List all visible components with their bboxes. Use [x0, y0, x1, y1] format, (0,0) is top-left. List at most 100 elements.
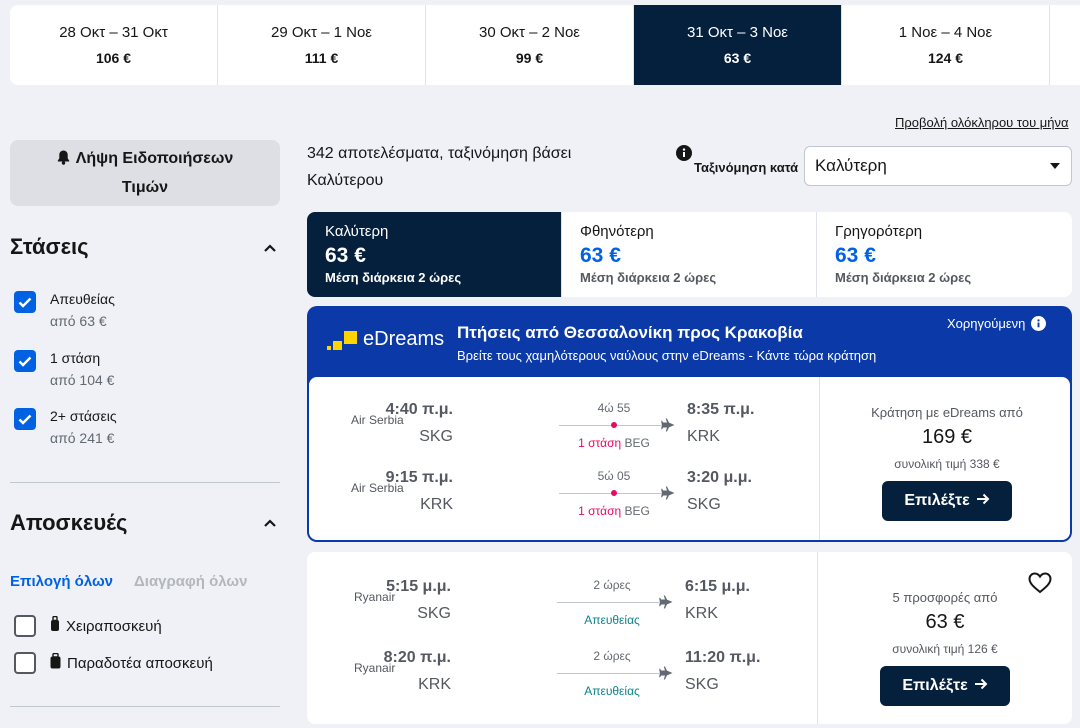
filter-price: από 63 €: [50, 313, 107, 329]
date-range: 28 Οκτ – 31 Οκτ: [59, 24, 168, 41]
price-value: 63 €: [925, 611, 965, 633]
stop-filter-direct[interactable]: Απευθείας από 63 €: [14, 291, 115, 329]
info-icon[interactable]: [676, 145, 692, 161]
departure-airport: SKG: [419, 428, 453, 445]
tab-title: Καλύτερη: [325, 223, 389, 240]
stops-title: Στάσεις: [10, 234, 89, 259]
stop-filter-two-plus[interactable]: 2+ στάσεις από 241 €: [14, 408, 117, 446]
stops-count: 1 στάση: [578, 436, 622, 450]
date-strip: 28 Οκτ – 31 Οκτ 106 € 29 Οκτ – 1 Νοε 111…: [10, 5, 1080, 85]
select-button[interactable]: Επιλέξτε: [882, 481, 1012, 521]
date-price: 99 €: [515, 50, 544, 66]
tab-duration: Μέση διάρκεια 2 ώρες: [580, 270, 717, 285]
chevron-up-icon[interactable]: [263, 516, 277, 530]
route-line: [557, 673, 659, 674]
arrival-time: 3:20 μ.μ.: [687, 469, 752, 486]
arrival-time: 8:35 π.μ.: [687, 401, 755, 418]
date-option[interactable]: 1 Νοε – 4 Νοε 124 €: [842, 5, 1050, 85]
route-line: [559, 493, 661, 494]
checkbox-checked[interactable]: [14, 291, 36, 313]
arrival-airport: SKG: [685, 676, 719, 693]
price-panel: 5 προσφορές από 63 € συνολική τιμή 126 €…: [817, 552, 1072, 724]
departure-airport: SKG: [417, 605, 451, 622]
plane-icon: [659, 595, 673, 609]
edreams-logo: eDreams: [327, 328, 444, 351]
price-panel: Κράτηση με eDreams από 169 € συνολική τι…: [819, 377, 1074, 540]
bag-filter-checked[interactable]: Παραδοτέα αποσκευή: [14, 652, 213, 674]
select-all-link[interactable]: Επιλογή όλων: [10, 573, 113, 590]
sponsored-tag[interactable]: Χορηγούμενη: [947, 316, 1047, 331]
flight-duration: 4ώ 55: [597, 401, 631, 415]
departure-time: 8:20 π.μ.: [383, 649, 451, 666]
tab-best[interactable]: Καλύτερη 63 € Μέση διάρκεια 2 ώρες: [307, 212, 562, 297]
date-option[interactable]: 29 Οκτ – 1 Νοε 111 €: [218, 5, 426, 85]
stop-dot: [611, 422, 617, 428]
sponsored-card[interactable]: eDreams Πτήσεις από Θεσσαλονίκη προς Κρα…: [307, 306, 1072, 542]
checkbox-unchecked[interactable]: [14, 615, 36, 637]
sort-tabs: Καλύτερη 63 € Μέση διάρκεια 2 ώρες Φθηνό…: [307, 212, 1072, 297]
info-icon: [1031, 316, 1047, 331]
arrow-right-icon: [974, 677, 988, 695]
filter-label: 2+ στάσεις: [50, 408, 117, 424]
outbound-leg: Air Serbia 4:40 π.μ. SKG 4ώ 55 1 στάση B…: [309, 401, 819, 461]
date-option[interactable]: 30 Οκτ – 2 Νοε 99 €: [426, 5, 634, 85]
departure-time: 5:15 μ.μ.: [386, 578, 451, 595]
luggage-icon: [50, 652, 61, 674]
filter-label: Παραδοτέα αποσκευή: [67, 654, 213, 672]
stops-info: Απευθείας: [584, 613, 640, 627]
stops-info: 1 στάση BEG: [559, 504, 669, 518]
checkbox-unchecked[interactable]: [14, 652, 36, 674]
date-range: 30 Οκτ – 2 Νοε: [479, 24, 580, 41]
departure-time: 4:40 π.μ.: [385, 401, 453, 418]
departure-airport: KRK: [420, 496, 453, 513]
select-button[interactable]: Επιλέξτε: [880, 666, 1010, 706]
result-card[interactable]: Ryanair 5:15 μ.μ. SKG 2 ώρες Απευθείας 6…: [307, 552, 1072, 724]
route-line: [557, 602, 659, 603]
departure-airport: KRK: [418, 676, 451, 693]
price-total: συνολική τιμή 338 €: [894, 457, 1000, 471]
plane-icon: [661, 486, 675, 500]
date-range: 29 Οκτ – 1 Νοε: [271, 24, 372, 41]
bag-filter-cabin[interactable]: Χειραποσκευή: [14, 615, 162, 637]
tab-duration: Μέση διάρκεια 2 ώρες: [325, 270, 462, 285]
arrival-airport: KRK: [687, 428, 720, 445]
tab-fastest[interactable]: Γρηγορότερη 63 € Μέση διάρκεια 2 ώρες: [817, 212, 1072, 297]
caret-down-icon: [1050, 163, 1060, 169]
chevron-up-icon[interactable]: [263, 241, 277, 255]
price-alert-button[interactable]: Λήψη Ειδοποιήσεων Τιμών: [10, 140, 280, 206]
flight-duration: 2 ώρες: [593, 649, 631, 663]
results-count: 342 αποτελέσματα, ταξινόμηση βάσει: [307, 145, 572, 162]
return-leg: Air Serbia 9:15 π.μ. KRK 5ώ 05 1 στάση B…: [309, 469, 819, 529]
date-option-selected[interactable]: 31 Οκτ – 3 Νοε 63 €: [634, 5, 842, 85]
stop-airport: BEG: [624, 436, 650, 450]
heart-icon[interactable]: [1028, 572, 1052, 594]
price-total: συνολική τιμή 126 €: [892, 642, 998, 656]
sort-select[interactable]: Καλύτερη: [804, 146, 1072, 186]
checkbox-checked[interactable]: [14, 350, 36, 372]
date-range: 1 Νοε – 4 Νοε: [898, 24, 993, 41]
stop-filter-one[interactable]: 1 στάση από 104 €: [14, 350, 114, 388]
results-sort-basis: Καλύτερου: [307, 172, 384, 189]
price-alert-label-2: Τιμών: [121, 179, 169, 196]
price-label: Κράτηση με eDreams από: [871, 405, 1023, 420]
sponsored-tag-label: Χορηγούμενη: [947, 316, 1026, 331]
tab-price: 63 €: [835, 244, 876, 267]
tab-cheapest[interactable]: Φθηνότερη 63 € Μέση διάρκεια 2 ώρες: [562, 212, 817, 297]
checkbox-checked[interactable]: [14, 408, 36, 430]
sponsored-title: Πτήσεις από Θεσσαλονίκη προς Κρακοβία: [457, 323, 803, 342]
sort-label: Ταξινόμηση κατά: [694, 160, 799, 175]
plane-icon: [659, 666, 673, 680]
tab-title: Φθηνότερη: [580, 223, 654, 240]
bell-icon: [57, 147, 70, 174]
divider: [10, 706, 280, 707]
view-full-month-link[interactable]: Προβολή ολόκληρου του μήνα: [895, 115, 1069, 130]
filter-price: από 241 €: [50, 430, 115, 446]
select-label: Επιλέξτε: [904, 492, 970, 509]
departure-time: 9:15 π.μ.: [385, 469, 453, 486]
clear-all-link[interactable]: Διαγραφή όλων: [134, 573, 247, 590]
date-option[interactable]: 28 Οκτ – 31 Οκτ 106 €: [10, 5, 218, 85]
sponsored-subtitle: Βρείτε τους χαμηλότερους ναύλους στην eD…: [457, 348, 877, 363]
date-option-partial[interactable]: [1050, 5, 1080, 85]
tab-title: Γρηγορότερη: [835, 223, 923, 240]
plane-icon: [661, 418, 675, 432]
